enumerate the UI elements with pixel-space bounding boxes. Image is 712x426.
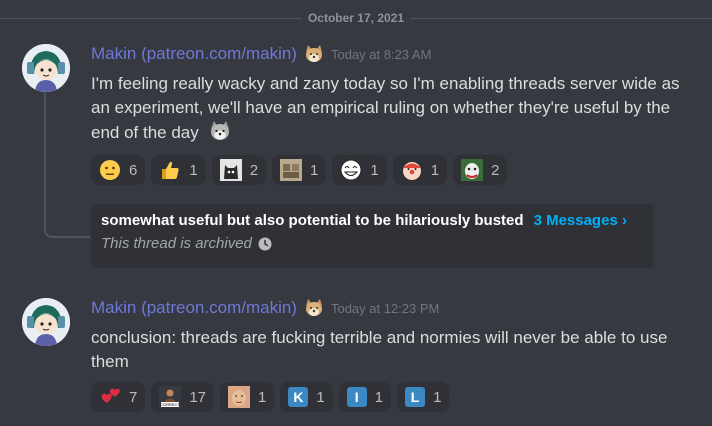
troll-face-emoji bbox=[340, 159, 362, 181]
svg-text:CORRECT: CORRECT bbox=[160, 402, 180, 407]
thumbs-up-emoji bbox=[162, 161, 179, 179]
reaction-joker[interactable]: 2 bbox=[453, 155, 508, 185]
message-text: I'm feeling really wacky and zany today … bbox=[91, 72, 697, 145]
reaction-count: 1 bbox=[189, 161, 198, 179]
cursed-meme-emoji bbox=[280, 159, 303, 181]
date-divider: October 17, 2021 bbox=[0, 8, 712, 28]
divider-line-left bbox=[0, 17, 302, 19]
avatar[interactable] bbox=[22, 44, 70, 92]
reaction-count: 7 bbox=[129, 388, 138, 406]
thread-title[interactable]: somewhat useful but also potential to be… bbox=[101, 212, 524, 229]
letter-k-emoji: K bbox=[288, 387, 309, 407]
reaction-letter-k[interactable]: K 1 bbox=[280, 382, 333, 412]
joker-emoji bbox=[461, 159, 484, 181]
reaction-troll-face[interactable]: 1 bbox=[332, 155, 387, 185]
reaction-correct-meme[interactable]: CORRECT 17 bbox=[151, 382, 215, 412]
avatar[interactable] bbox=[22, 298, 70, 346]
letter-l-emoji: L bbox=[405, 387, 426, 407]
shiba-dog-emoji bbox=[305, 45, 322, 62]
message-header: Makin (patreon.com/makin) Today at 8:23 … bbox=[91, 44, 431, 64]
face-meme-emoji bbox=[228, 386, 251, 408]
message-text: conclusion: threads are fucking terrible… bbox=[91, 326, 697, 374]
reaction-count: 2 bbox=[491, 161, 500, 179]
reaction-bar: 7 CORRECT 17 1 K 1 I 1 L 1 bbox=[91, 382, 450, 412]
divider-line-right bbox=[410, 17, 712, 19]
reaction-count: 1 bbox=[374, 388, 384, 406]
avatar-image bbox=[22, 44, 70, 92]
correct-meme-emoji: CORRECT bbox=[159, 386, 182, 408]
reaction-clown-meme[interactable]: 1 bbox=[392, 155, 448, 185]
reaction-count: 1 bbox=[316, 388, 325, 406]
reaction-count: 17 bbox=[189, 388, 207, 406]
reaction-count: 1 bbox=[433, 388, 442, 406]
avatar-image bbox=[22, 298, 70, 346]
reaction-face-meme[interactable]: 1 bbox=[220, 382, 275, 412]
reaction-count: 2 bbox=[249, 161, 259, 179]
message-header: Makin (patreon.com/makin) Today at 12:23… bbox=[91, 298, 439, 318]
reaction-count: 1 bbox=[370, 161, 379, 179]
thread-card[interactable]: somewhat useful but also potential to be… bbox=[91, 204, 654, 268]
reaction-thumbs-up[interactable]: 1 bbox=[151, 155, 206, 185]
divider-date: October 17, 2021 bbox=[307, 11, 405, 25]
reaction-letter-l[interactable]: L 1 bbox=[397, 382, 450, 412]
username[interactable]: Makin (patreon.com/makin) bbox=[91, 44, 297, 64]
reaction-cat-meme[interactable]: 2 bbox=[211, 155, 267, 185]
message-body: I'm feeling really wacky and zany today … bbox=[91, 74, 680, 142]
clown-meme-emoji bbox=[402, 162, 421, 180]
message-body: conclusion: threads are fucking terrible… bbox=[91, 328, 668, 371]
cat-meme-emoji bbox=[219, 159, 242, 181]
reaction-neutral-face[interactable]: 6 bbox=[91, 155, 146, 185]
username[interactable]: Makin (patreon.com/makin) bbox=[91, 298, 297, 318]
two-hearts-emoji bbox=[101, 388, 120, 403]
thread-status-text: This thread is archived bbox=[101, 235, 252, 252]
shiba-dog-emoji bbox=[305, 299, 322, 316]
thread-messages-link[interactable]: 3 Messages › bbox=[534, 212, 627, 229]
thread-title-row: somewhat useful but also potential to be… bbox=[101, 212, 644, 229]
timestamp: Today at 8:23 AM bbox=[330, 46, 432, 62]
reaction-count: 1 bbox=[310, 161, 319, 179]
reaction-bar: 6 1 2 1 1 1 2 bbox=[91, 155, 508, 185]
reaction-cursed-meme[interactable]: 1 bbox=[272, 155, 327, 185]
clock-icon bbox=[258, 237, 272, 250]
reaction-count: 6 bbox=[129, 161, 138, 179]
reaction-letter-i[interactable]: I 1 bbox=[338, 382, 392, 412]
shiba-dog-emoji bbox=[210, 121, 229, 140]
letter-i-emoji: I bbox=[346, 387, 367, 407]
reaction-two-hearts[interactable]: 7 bbox=[91, 382, 146, 412]
reaction-count: 1 bbox=[258, 388, 267, 406]
timestamp: Today at 12:23 PM bbox=[330, 300, 440, 316]
neutral-face-emoji bbox=[100, 160, 120, 180]
reaction-count: 1 bbox=[430, 161, 440, 179]
thread-status: This thread is archived bbox=[101, 235, 644, 252]
thread-spine bbox=[44, 80, 90, 238]
